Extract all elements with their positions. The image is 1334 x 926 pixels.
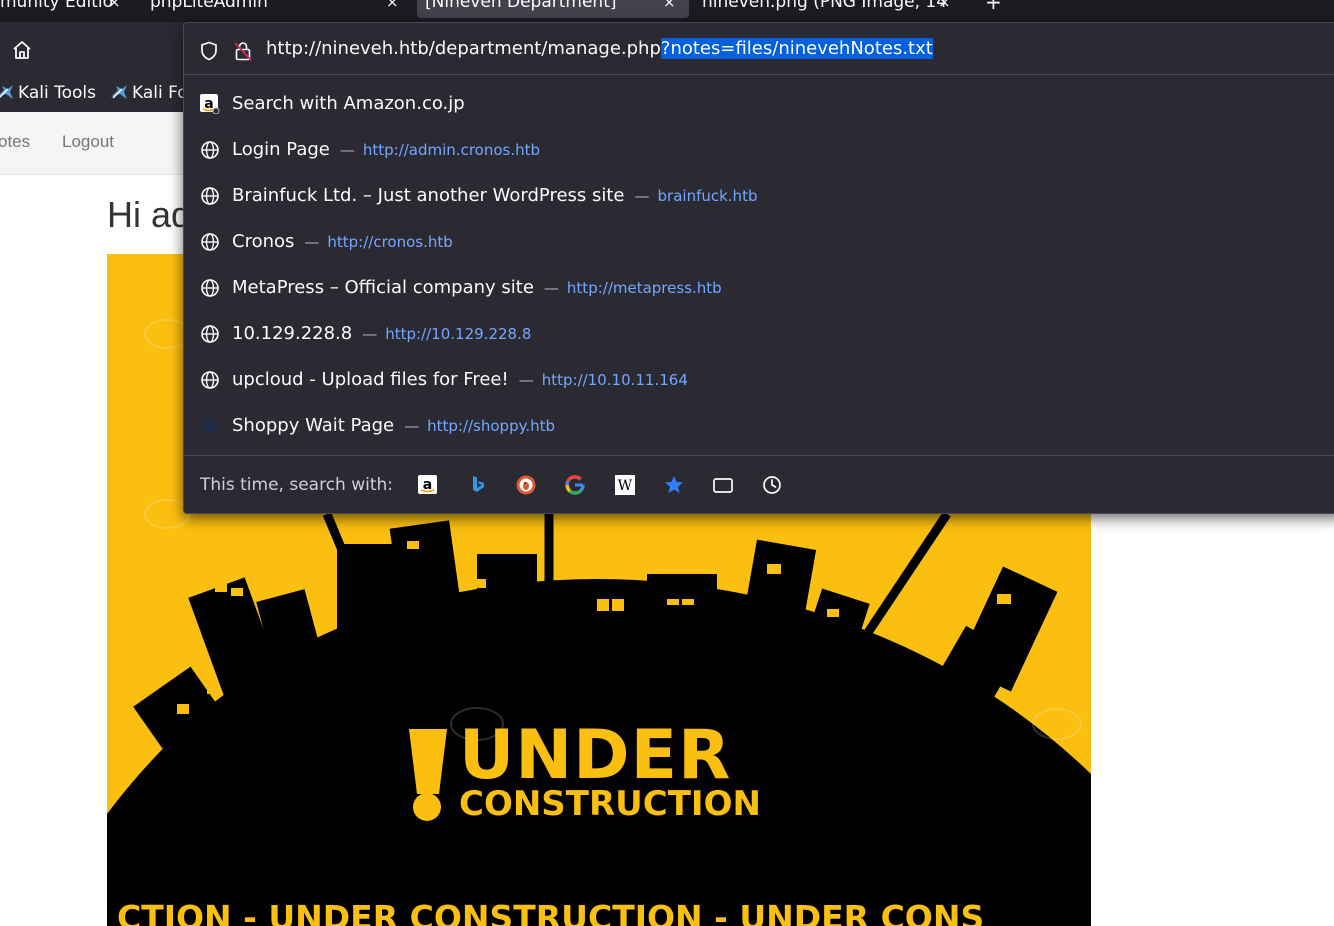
suggestion-title: Search with Amazon.co.jp — [232, 93, 465, 114]
page-greeting: Hi ad — [107, 194, 192, 235]
bookmark-kali-forums[interactable]: Kali Fo — [110, 83, 188, 103]
suggestion-title: MetaPress – Official company site — [232, 277, 534, 298]
tab-label: munity Editio — [0, 0, 114, 12]
urlbar-dropdown: http://nineveh.htb/department/manage.php… — [183, 22, 1334, 514]
kali-dragon-icon — [0, 85, 13, 99]
bookmark-label: Kali Fo — [132, 83, 188, 103]
tab-nineveh-png[interactable]: nineveh.png (PNG Image, 14 × — [694, 0, 964, 18]
suggestion-url: http://10.10.11.164 — [541, 371, 688, 389]
suggestion-title: Login Page — [232, 139, 330, 160]
suggestion-ip-10-129-228-8[interactable]: 10.129.228.8 — http://10.129.228.8 — [184, 313, 1334, 355]
tab-nineveh-department[interactable]: [Nineveh Department] × — [417, 0, 689, 18]
divider — [184, 455, 1334, 456]
url-selected-text: ?notes=files/ninevehNotes.txt — [660, 38, 933, 59]
amazon-icon: a — [200, 94, 220, 114]
bookmark-kali-tools[interactable]: Kali Tools — [0, 83, 96, 103]
separator: — — [404, 417, 420, 435]
construction-banner-text: CTION - UNDER CONSTRUCTION - UNDER CONS — [117, 898, 985, 926]
separator: — — [362, 325, 378, 343]
tab-close-icon[interactable]: × — [938, 0, 951, 13]
globe-icon — [201, 187, 219, 205]
suggestion-url: brainfuck.htb — [657, 187, 758, 205]
tab-strip: munity Editio × phpLiteAdmin × [Nineveh … — [0, 0, 1334, 22]
suggestion-title: upcloud - Upload files for Free! — [232, 369, 509, 390]
tab-phpliteadmin[interactable]: phpLiteAdmin × — [142, 0, 412, 18]
suggestion-login-page[interactable]: Login Page — http://admin.cronos.htb — [184, 129, 1334, 171]
tab-close-icon[interactable]: × — [386, 0, 399, 13]
tab-label: phpLiteAdmin — [150, 0, 268, 12]
tab-label: [Nineveh Department] — [425, 0, 617, 12]
search-with-label: This time, search with: — [200, 475, 394, 495]
globe-icon — [201, 279, 219, 297]
suggestion-cronos[interactable]: Cronos — http://cronos.htb — [184, 221, 1334, 263]
tab-close-icon[interactable]: × — [108, 0, 121, 13]
suggestion-url: http://admin.cronos.htb — [362, 141, 541, 159]
tracking-protection-shield-icon[interactable] — [200, 41, 218, 61]
separator: — — [518, 371, 534, 389]
divider — [184, 74, 1334, 75]
new-tab-button[interactable]: + — [985, 0, 1002, 14]
shoppy-icon — [202, 418, 218, 434]
url-input[interactable]: http://nineveh.htb/department/manage.php… — [266, 38, 933, 59]
separator: — — [543, 279, 559, 297]
suggestion-search-amazon[interactable]: a Search with Amazon.co.jp — [184, 83, 1334, 125]
suggestion-upcloud[interactable]: upcloud - Upload files for Free! — http://… — [184, 359, 1334, 401]
url-base-text: http://nineveh.htb/department/manage.php — [266, 38, 661, 59]
tab-community-edition[interactable]: munity Editio × — [0, 0, 132, 18]
globe-icon — [201, 233, 219, 251]
bookmark-label: Kali Tools — [18, 83, 96, 103]
suggestion-url: http://shoppy.htb — [427, 417, 556, 435]
insecure-lock-icon[interactable] — [234, 41, 252, 61]
svg-text:W: W — [618, 478, 633, 494]
suggestion-title: Cronos — [232, 231, 295, 252]
globe-icon — [201, 141, 219, 159]
suggestion-url: http://metapress.htb — [566, 279, 722, 297]
nav-link-notes[interactable]: otes — [0, 132, 30, 152]
bing-search-icon[interactable] — [467, 474, 489, 496]
suggestion-url: http://cronos.htb — [327, 233, 453, 251]
amazon-search-icon[interactable]: a — [417, 474, 439, 496]
home-icon[interactable] — [11, 39, 33, 61]
wikipedia-search-icon[interactable]: W — [614, 474, 636, 496]
separator: — — [339, 141, 355, 159]
globe-icon — [201, 325, 219, 343]
suggestion-metapress[interactable]: MetaPress – Official company site — http:/… — [184, 267, 1334, 309]
separator: — — [634, 187, 650, 205]
tabs-icon[interactable] — [712, 474, 734, 496]
suggestion-url: http://10.129.228.8 — [385, 325, 532, 343]
suggestion-title: Brainfuck Ltd. – Just another WordPress … — [232, 185, 625, 206]
kali-dragon-icon — [111, 85, 127, 99]
duckduckgo-search-icon[interactable] — [515, 474, 537, 496]
urlbar[interactable]: http://nineveh.htb/department/manage.php… — [184, 23, 1334, 75]
tab-close-icon[interactable]: × — [663, 0, 676, 13]
suggestion-title: Shoppy Wait Page — [232, 415, 395, 436]
suggestion-title: 10.129.228.8 — [232, 323, 353, 344]
history-clock-icon[interactable] — [761, 474, 783, 496]
globe-icon — [201, 371, 219, 389]
google-search-icon[interactable] — [564, 474, 586, 496]
separator: — — [304, 233, 320, 251]
suggestion-shoppy[interactable]: Shoppy Wait Page — http://shoppy.htb — [184, 405, 1334, 447]
nav-link-logout[interactable]: Logout — [62, 132, 114, 152]
suggestion-brainfuck[interactable]: Brainfuck Ltd. – Just another WordPress … — [184, 175, 1334, 217]
tab-label: nineveh.png (PNG Image, 14 — [702, 0, 948, 12]
construction-text: CONSTRUCTION — [459, 784, 761, 824]
bookmarks-star-icon[interactable] — [663, 474, 685, 496]
